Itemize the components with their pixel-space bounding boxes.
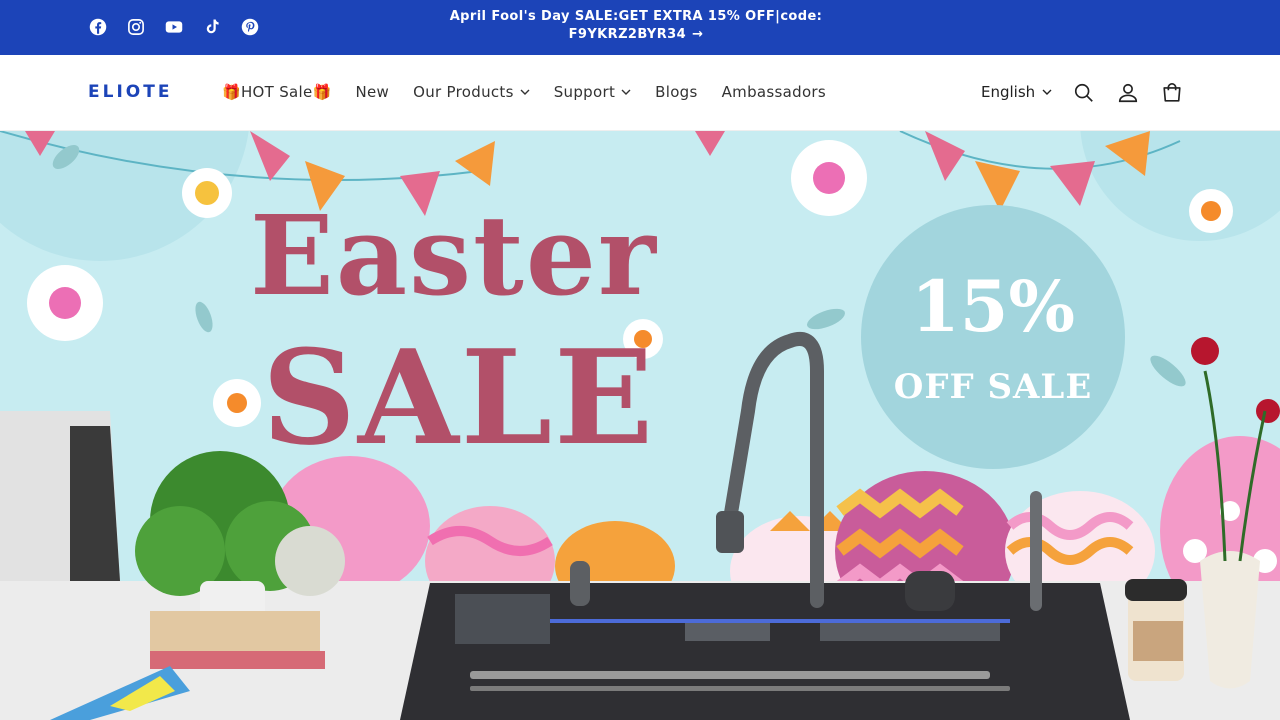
badge-text: OFF SALE (893, 367, 1093, 407)
nav-label: Support (553, 83, 616, 101)
hero-title-sale: SALE (262, 321, 656, 474)
announcement-line1: April Fool's Day SALE:GET EXTRA 15% OFF|… (449, 9, 823, 24)
social-links (88, 17, 260, 37)
nav-our-products[interactable]: Our Products (413, 83, 530, 101)
instagram-icon[interactable] (126, 17, 146, 37)
cart-icon[interactable] (1160, 81, 1184, 105)
chevron-down-icon (621, 87, 631, 98)
facebook-icon[interactable] (88, 17, 108, 37)
nav-label: Blogs (655, 83, 698, 101)
chevron-down-icon (1042, 87, 1052, 98)
nav-new[interactable]: New (355, 83, 389, 101)
pinterest-icon[interactable] (240, 17, 260, 37)
nav-ambassadors[interactable]: Ambassadors (722, 83, 826, 101)
tiktok-icon[interactable] (202, 17, 222, 37)
nav-label: 🎁HOT Sale🎁 (222, 83, 332, 101)
hero-banner[interactable]: Easter SALE 15% OFF SALE (0, 131, 1280, 720)
nav-label: Our Products (413, 83, 514, 101)
nav-hot-sale[interactable]: 🎁HOT Sale🎁 (222, 83, 331, 101)
youtube-icon[interactable] (164, 17, 184, 37)
announcement-bar: April Fool's Day SALE:GET EXTRA 15% OFF|… (0, 0, 1280, 55)
nav-support[interactable]: Support (554, 83, 631, 101)
arrow-right-icon: → (692, 27, 704, 42)
nav-blogs[interactable]: Blogs (655, 83, 697, 101)
chevron-down-icon (520, 87, 530, 98)
language-label: English (981, 83, 1036, 101)
nav-label: New (355, 83, 390, 101)
announcement-link[interactable]: April Fool's Day SALE:GET EXTRA 15% OFF|… (436, 8, 836, 44)
hero-title-easter: Easter (250, 191, 658, 320)
search-icon[interactable] (1072, 81, 1096, 105)
promo-code: F9YKRZ2BYR34 (568, 27, 687, 42)
nav-label: Ambassadors (721, 83, 827, 101)
badge-percent: 15% (911, 265, 1075, 348)
account-icon[interactable] (1116, 81, 1140, 105)
discount-badge: 15% OFF SALE (861, 205, 1125, 469)
logo[interactable]: ELIOTE (88, 82, 172, 102)
main-nav: 🎁HOT Sale🎁 New Our Products Support Blog… (222, 83, 850, 101)
site-header: ELIOTE 🎁HOT Sale🎁 New Our Products Suppo… (0, 55, 1280, 131)
language-selector[interactable]: English (981, 83, 1052, 101)
